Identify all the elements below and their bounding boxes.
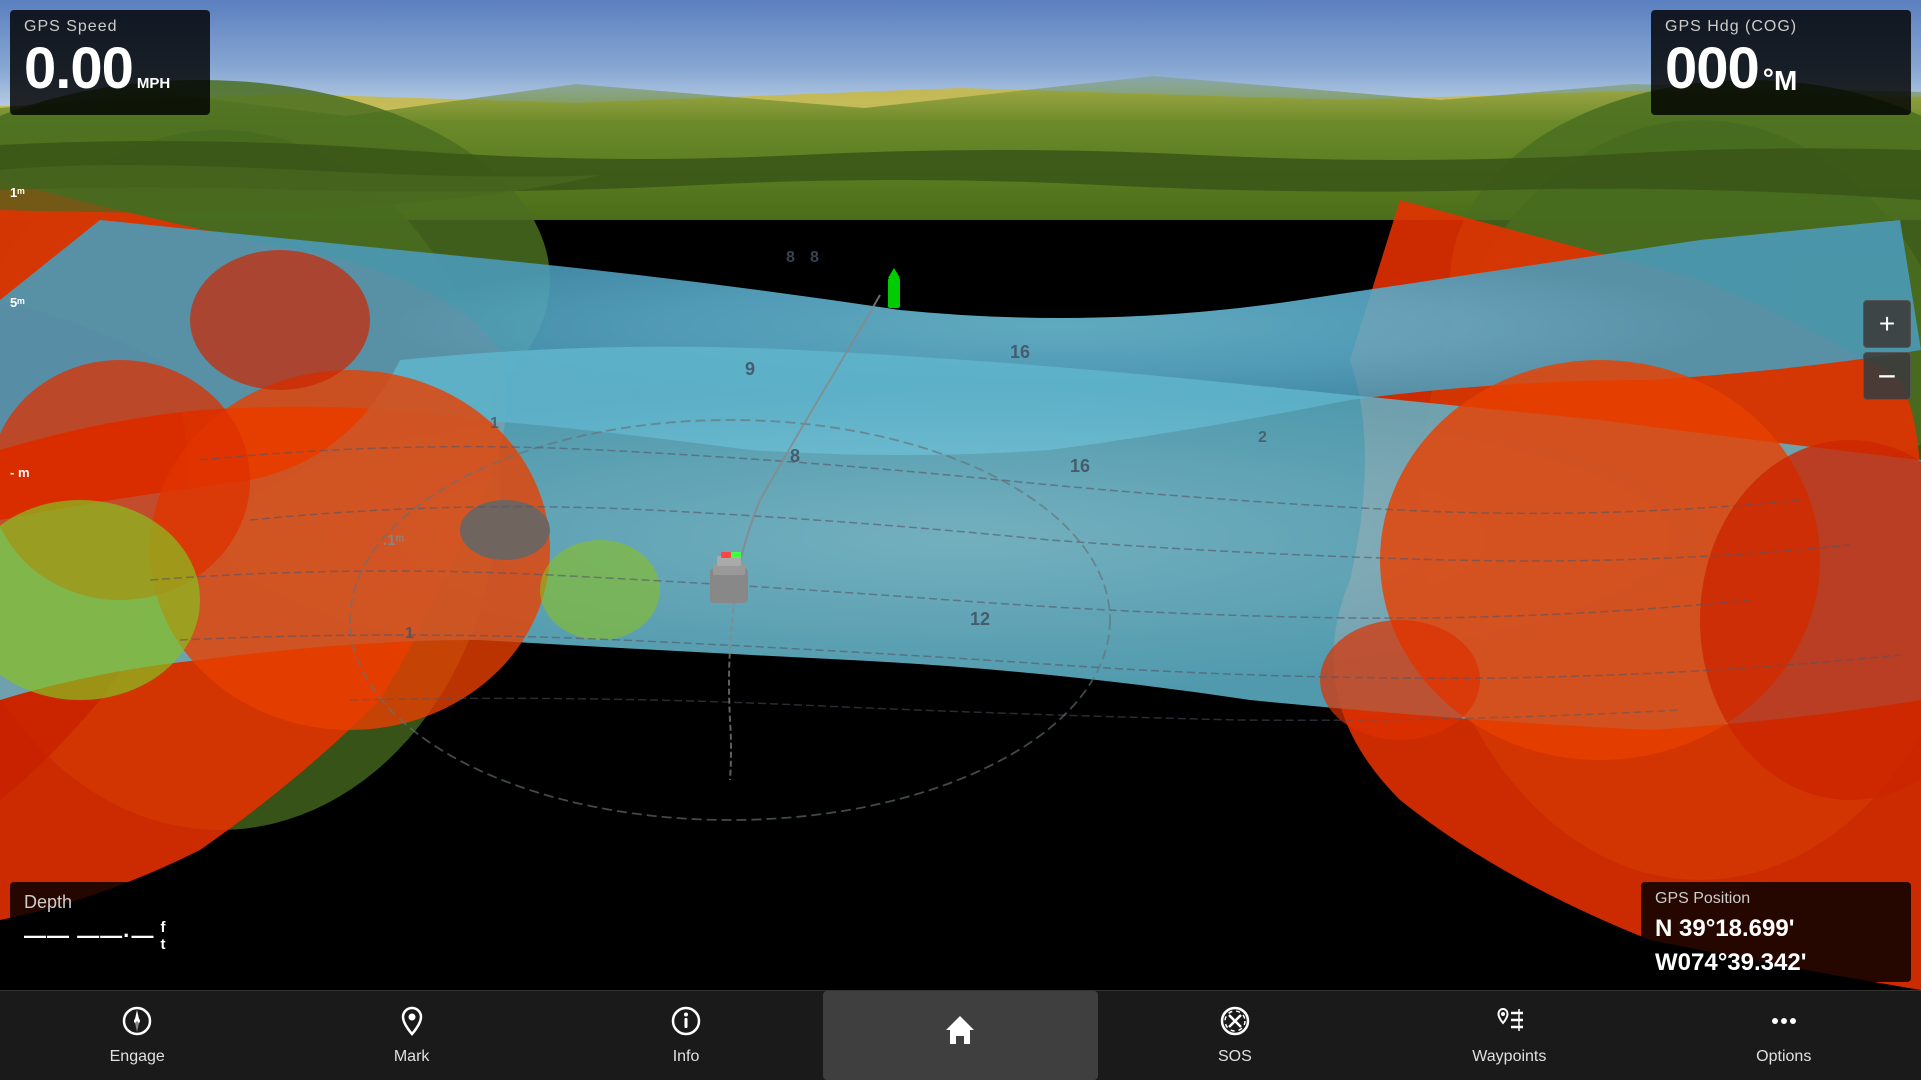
svg-text:1: 1: [490, 415, 499, 432]
svg-text:12: 12: [970, 609, 990, 629]
gps-hdg-value: 000: [1665, 40, 1759, 98]
waypoints-icon: [1493, 1005, 1525, 1042]
svg-text:.1ᵐ: .1ᵐ: [383, 532, 405, 549]
pin-icon: [396, 1005, 428, 1042]
svg-text:2: 2: [1258, 429, 1267, 446]
gps-lat: N 39°18.699': [1655, 912, 1897, 946]
map-svg: 9 16 8 16 12 1 1 2 8 8 .1ᵐ: [0, 0, 1921, 990]
gps-pos-panel: GPS Position N 39°18.699' W074°39.342': [1641, 882, 1911, 982]
nav-mark-label: Mark: [394, 1048, 430, 1066]
nav-engage-label: Engage: [110, 1048, 165, 1066]
zoom-out-button[interactable]: −: [1863, 352, 1911, 400]
nav-info-label: Info: [673, 1048, 700, 1066]
nav-waypoints-label: Waypoints: [1472, 1048, 1546, 1066]
gps-speed-unit: MPH: [137, 76, 170, 93]
compass-icon: [121, 1005, 153, 1042]
svg-text:16: 16: [1070, 456, 1090, 476]
gps-speed-value: 0.00: [24, 40, 133, 98]
gps-speed-label: GPS Speed: [24, 18, 196, 36]
depth-value: —— ——·—: [24, 923, 154, 949]
gps-hdg-panel: GPS Hdg (COG) 000 °M: [1651, 10, 1911, 115]
depth-label: Depth: [24, 892, 196, 913]
svg-text:8: 8: [790, 446, 800, 466]
nav-item-options[interactable]: Options: [1647, 991, 1921, 1080]
depth-marker-1m: 1ᵐ: [10, 185, 25, 200]
gps-hdg-label: GPS Hdg (COG): [1665, 18, 1897, 36]
home-icon: [942, 1012, 978, 1053]
nav-sos-label: SOS: [1218, 1048, 1252, 1066]
svg-text:1: 1: [405, 625, 414, 642]
nav-item-home[interactable]: [823, 991, 1097, 1080]
svg-text:16: 16: [1010, 342, 1030, 362]
sos-icon: [1219, 1005, 1251, 1042]
nav-item-engage[interactable]: Engage: [0, 991, 274, 1080]
gps-pos-label: GPS Position: [1655, 890, 1897, 908]
nav-item-info[interactable]: Info: [549, 991, 823, 1080]
nav-options-label: Options: [1756, 1048, 1811, 1066]
svg-text:8: 8: [786, 249, 795, 266]
gps-speed-panel: GPS Speed 0.00 MPH: [10, 10, 210, 115]
nav-item-mark[interactable]: Mark: [274, 991, 548, 1080]
svg-text:8: 8: [810, 249, 819, 266]
info-icon: [670, 1005, 702, 1042]
gps-hdg-unit: °M: [1763, 65, 1798, 97]
nav-item-sos[interactable]: SOS: [1098, 991, 1372, 1080]
svg-text:9: 9: [745, 359, 755, 379]
depth-marker-m: - m: [10, 465, 30, 480]
depth-panel: Depth —— ——·— f t: [10, 882, 210, 982]
options-icon: [1768, 1005, 1800, 1042]
app: 9 16 8 16 12 1 1 2 8 8 .1ᵐ 1ᵐ 5ᵐ - m GPS…: [0, 0, 1921, 1080]
depth-unit: f t: [160, 919, 165, 953]
zoom-controls: + −: [1863, 300, 1911, 400]
map-background: 9 16 8 16 12 1 1 2 8 8 .1ᵐ 1ᵐ 5ᵐ - m: [0, 0, 1921, 990]
gps-lon: W074°39.342': [1655, 946, 1897, 980]
depth-marker-5m: 5ᵐ: [10, 295, 25, 310]
zoom-in-button[interactable]: +: [1863, 300, 1911, 348]
bottom-nav: Engage Mark Info: [0, 990, 1921, 1080]
nav-item-waypoints[interactable]: Waypoints: [1372, 991, 1646, 1080]
